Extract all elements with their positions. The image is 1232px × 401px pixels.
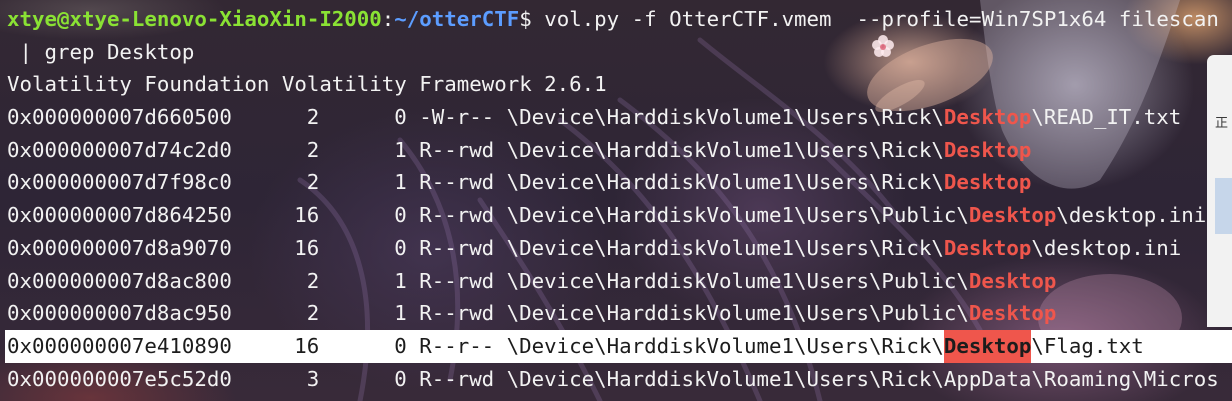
row-ptr-count: 16 (294, 203, 320, 228)
row-ptr-count: 3 (306, 366, 320, 391)
row-offset: 0x000000007d74c2d0 (7, 137, 232, 162)
filescan-row: 0x000000007d7f98c0 2 1 R--rwd \Device\Ha… (0, 166, 1232, 199)
path-prefix: \Device\HarddiskVolume1\Users\Public\ (506, 268, 969, 293)
filescan-row: 0x000000007d74c2d0 2 1 R--rwd \Device\Ha… (0, 134, 1232, 167)
row-access: R--rwd (419, 170, 495, 195)
grep-match: Desktop (968, 203, 1057, 228)
row-handle-count: 0 (394, 235, 407, 260)
row-offset: 0x000000007d8ac950 (7, 301, 232, 326)
filescan-row-selected: 0x000000007e410890 16 0 R--r-- \Device\H… (0, 329, 1232, 363)
row-offset: 0x000000007d8a9070 (7, 235, 232, 260)
path-prefix: \Device\HarddiskVolume1\Users\Rick\AppDa… (506, 366, 1219, 391)
grep-match: Desktop (943, 235, 1032, 260)
row-path: \Device\HarddiskVolume1\Users\Rick\ Desk… (507, 166, 1032, 199)
grep-match: Desktop (968, 268, 1057, 293)
row-handle-count: 0 (394, 105, 407, 130)
prompt-line: xtye@xtye-Lenovo-XiaoXin-I2000: ~/otterCT… (0, 3, 1232, 36)
row-path: \Device\HarddiskVolume1\Users\Rick\ Desk… (506, 329, 1144, 363)
row-path: \Device\HarddiskVolume1\Users\Rick\ Desk… (507, 134, 1032, 167)
terminal-window[interactable]: xtye@xtye-Lenovo-XiaoXin-I2000: ~/otterCT… (0, 3, 1232, 395)
row-offset: 0x000000007d8ac800 (7, 268, 232, 293)
filescan-row: 0x000000007d864250 16 0 R--rwd \Device\H… (0, 199, 1232, 232)
path-suffix: \desktop.ini (1056, 203, 1207, 228)
row-ptr-count: 16 (294, 333, 320, 358)
row-ptr-count: 16 (294, 235, 320, 260)
path-prefix: \Device\HarddiskVolume1\Users\Rick\ (506, 235, 944, 260)
row-path: \Device\HarddiskVolume1\Users\Public\ De… (507, 199, 1207, 232)
row-access: R--rwd (419, 301, 495, 326)
row-ptr-count: 2 (306, 301, 320, 326)
volatility-banner: Volatility Foundation Volatility Framewo… (7, 72, 607, 97)
command-text: vol.py -f OtterCTF.vmem --profile=Win7SP… (531, 7, 1219, 31)
row-path: \Device\HarddiskVolume1\Users\Public\ De… (507, 265, 1057, 298)
command-continuation: | grep Desktop (7, 39, 195, 64)
row-handle-count: 1 (394, 137, 407, 162)
row-access: R--rwd (419, 203, 495, 228)
row-access: R--rwd (419, 268, 495, 293)
row-offset: 0x000000007d864250 (7, 203, 232, 228)
row-access: R--rwd (419, 235, 495, 260)
row-path: \Device\HarddiskVolume1\Users\Public\ De… (507, 297, 1057, 330)
path-prefix: \Device\HarddiskVolume1\Users\Public\ (506, 203, 969, 228)
row-access: R--rwd (419, 366, 495, 391)
path-prefix: \Device\HarddiskVolume1\Users\Rick\ (506, 170, 944, 195)
prompt-symbol: $ (519, 7, 532, 31)
filescan-row: 0x000000007d8a9070 16 0 R--rwd \Device\H… (0, 232, 1232, 265)
row-access: R--r-- (419, 333, 495, 358)
path-suffix: \Flag.txt (1031, 333, 1144, 358)
row-offset: 0x000000007e410890 (7, 333, 232, 358)
path-suffix: \desktop.ini (1031, 235, 1182, 260)
grep-match: Desktop (968, 301, 1057, 326)
banner-line: Volatility Foundation Volatility Framewo… (0, 68, 1232, 101)
prompt-separator: : (381, 7, 395, 31)
row-path: \Device\HarddiskVolume1\Users\Rick\ Desk… (507, 101, 1182, 134)
row-access: -W-r-- (419, 105, 495, 130)
filescan-row: 0x000000007d660500 2 0 -W-r-- \Device\Ha… (0, 101, 1232, 134)
grep-match: Desktop (943, 329, 1032, 363)
filescan-row: 0x000000007d8ac800 2 1 R--rwd \Device\Ha… (0, 265, 1232, 298)
row-handle-count: 0 (394, 366, 407, 391)
path-prefix: \Device\HarddiskVolume1\Users\Public\ (506, 301, 969, 326)
row-offset: 0x000000007e5c52d0 (7, 366, 232, 391)
row-ptr-count: 2 (306, 268, 320, 293)
row-handle-count: 0 (394, 203, 407, 228)
grep-match: Desktop (943, 137, 1032, 162)
row-ptr-count: 2 (306, 137, 320, 162)
row-ptr-count: 2 (306, 170, 320, 195)
path-prefix: \Device\HarddiskVolume1\Users\Rick\ (506, 333, 944, 358)
row-access: R--rwd (419, 137, 495, 162)
row-offset: 0x000000007d660500 (7, 105, 232, 130)
filescan-row: 0x000000007e5c52d0 3 0 R--rwd \Device\Ha… (0, 363, 1232, 396)
row-offset: 0x000000007d7f98c0 (7, 170, 232, 195)
grep-match: Desktop (943, 170, 1032, 195)
row-ptr-count: 2 (306, 105, 320, 130)
row-path: \Device\HarddiskVolume1\Users\Rick\ Desk… (507, 232, 1182, 265)
prompt-cwd: ~/otterCTF (394, 7, 520, 31)
command-continuation-line: | grep Desktop (0, 36, 1232, 69)
path-prefix: \Device\HarddiskVolume1\Users\Rick\ (506, 105, 944, 130)
prompt-user-host: xtye@xtye-Lenovo-XiaoXin-I2000 (7, 7, 382, 31)
row-handle-count: 1 (394, 170, 407, 195)
path-suffix: \READ_IT.txt (1031, 105, 1182, 130)
filescan-row: 0x000000007d8ac950 2 1 R--rwd \Device\Ha… (0, 297, 1232, 330)
grep-match: Desktop (943, 105, 1032, 130)
row-path: \Device\HarddiskVolume1\Users\Rick\AppDa… (507, 363, 1219, 396)
row-handle-count: 1 (394, 301, 407, 326)
row-handle-count: 1 (394, 268, 407, 293)
row-handle-count: 0 (394, 333, 407, 358)
path-prefix: \Device\HarddiskVolume1\Users\Rick\ (506, 137, 944, 162)
